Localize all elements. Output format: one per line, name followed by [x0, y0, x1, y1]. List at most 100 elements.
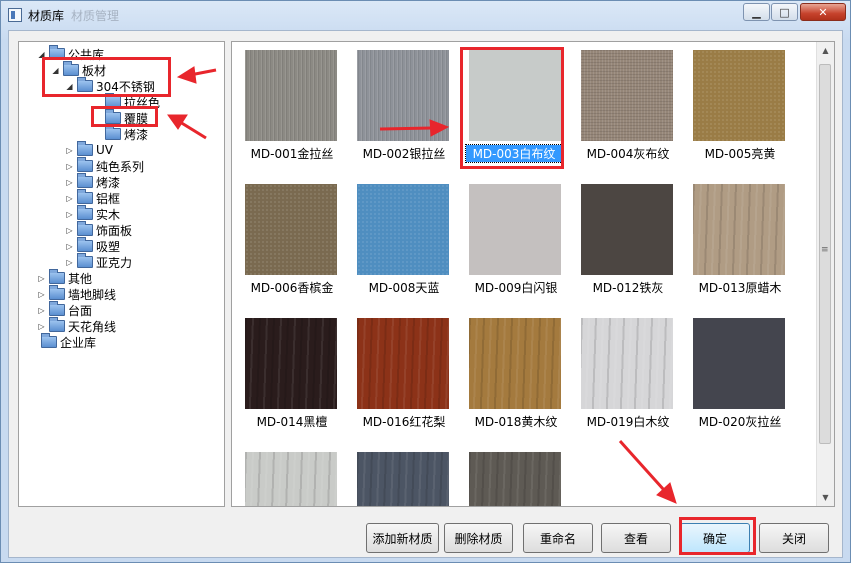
material-gallery[interactable]: ▲ ≡ ▼ MD-001金拉丝 MD-002银拉丝 MD-003白布纹 MD-004灰…	[231, 41, 835, 507]
gallery-scrollbar[interactable]: ▲ ≡ ▼	[816, 42, 834, 506]
tree-node[interactable]: ▷ 烤漆	[65, 173, 120, 190]
tree-node[interactable]: 烤漆	[93, 125, 149, 142]
tree-node-label: UV	[96, 143, 113, 157]
tree-node-label: 实木	[96, 207, 121, 222]
scroll-up-icon[interactable]: ▲	[817, 42, 834, 59]
material-label: MD-016红花梨	[362, 415, 446, 429]
material-swatch[interactable]	[469, 184, 561, 275]
collapsed-arrow-icon[interactable]: ▷	[37, 290, 46, 299]
material-swatch[interactable]	[581, 318, 673, 409]
tree-node-label: 烤漆	[124, 127, 149, 142]
material-library-window: 材质库 材质管理 ▁ □ ✕ ◢ 公共库 ◢ 板材 ◢ 304不锈钢 拉丝色 覆膜 烤漆 ▷ UV ▷…	[0, 0, 851, 563]
scroll-thumb[interactable]: ≡	[819, 64, 831, 444]
tree-node[interactable]: ▷ 纯色系列	[65, 157, 145, 174]
tree-node[interactable]: ▷ 饰面板	[65, 221, 133, 238]
tree-node-label: 墙地脚线	[68, 287, 117, 302]
maximize-button[interactable]: □	[771, 3, 798, 21]
folder-icon	[41, 333, 57, 348]
tree-node[interactable]: ◢ 304不锈钢	[65, 77, 155, 94]
collapsed-arrow-icon[interactable]: ▷	[65, 194, 74, 203]
material-label: MD-008天蓝	[368, 281, 440, 295]
material-swatch[interactable]	[581, 184, 673, 275]
tree-node[interactable]: ▷ 吸塑	[65, 237, 120, 254]
material-swatch[interactable]	[469, 50, 561, 141]
scroll-down-icon[interactable]: ▼	[817, 489, 834, 506]
minimize-icon: ▁	[752, 5, 761, 19]
folder-icon	[77, 77, 93, 92]
collapsed-arrow-icon[interactable]: ▷	[37, 322, 46, 331]
collapsed-arrow-icon[interactable]: ▷	[37, 274, 46, 283]
collapsed-arrow-icon[interactable]: ▷	[65, 162, 74, 171]
collapsed-arrow-icon[interactable]: ▷	[65, 210, 74, 219]
tree-node[interactable]: ▷ 其他	[37, 269, 92, 286]
category-tree[interactable]: ◢ 公共库 ◢ 板材 ◢ 304不锈钢 拉丝色 覆膜 烤漆 ▷ UV ▷ 纯色系列 ▷ 烤漆 ▷ 铝框 ▷ 实木 ▷ 饰…	[18, 41, 225, 507]
collapsed-arrow-icon[interactable]: ▷	[65, 242, 74, 251]
collapsed-arrow-icon[interactable]: ▷	[65, 226, 74, 235]
material-swatch[interactable]	[581, 50, 673, 141]
tree-node[interactable]: ▷ 铝框	[65, 189, 120, 206]
tree-node-label: 公共库	[68, 47, 105, 62]
material-label: MD-006香槟金	[250, 281, 334, 295]
material-swatch[interactable]	[469, 452, 561, 506]
material-swatch[interactable]	[357, 318, 449, 409]
collapsed-arrow-icon[interactable]: ▷	[65, 146, 74, 155]
folder-icon	[77, 157, 93, 172]
scroll-grip-icon: ≡	[821, 245, 829, 255]
material-swatch[interactable]	[245, 318, 337, 409]
ok-button[interactable]: 确定	[680, 523, 750, 553]
material-swatch[interactable]	[693, 318, 785, 409]
tree-node[interactable]: ◢ 板材	[51, 61, 106, 78]
tree-node-label: 饰面板	[96, 223, 133, 238]
folder-icon	[77, 221, 93, 236]
collapsed-arrow-icon[interactable]: ▷	[37, 306, 46, 315]
material-label: MD-014黑檀	[256, 415, 328, 429]
material-label: MD-001金拉丝	[250, 147, 334, 161]
material-swatch[interactable]	[245, 50, 337, 141]
material-label: MD-003白布纹	[465, 144, 563, 163]
close-button[interactable]: 关闭	[759, 523, 829, 553]
tree-node[interactable]: ▷ 实木	[65, 205, 121, 222]
tree-node[interactable]: ▷ UV	[65, 141, 113, 158]
material-label: MD-012铁灰	[592, 281, 664, 295]
rename-button[interactable]: 重命名	[523, 523, 593, 553]
material-swatch[interactable]	[245, 184, 337, 275]
expanded-arrow-icon[interactable]: ◢	[37, 50, 46, 59]
material-label: MD-002银拉丝	[362, 147, 446, 161]
tree-node[interactable]: ▷ 墙地脚线	[37, 285, 117, 302]
add-material-button[interactable]: 添加新材质	[366, 523, 439, 553]
minimize-button[interactable]: ▁	[743, 3, 770, 21]
tree-node[interactable]: 企业库	[29, 333, 96, 350]
folder-icon	[105, 109, 121, 124]
material-swatch[interactable]	[693, 184, 785, 275]
tree-node[interactable]: ▷ 天花角线	[37, 317, 116, 334]
view-button[interactable]: 查看	[601, 523, 671, 553]
material-swatch[interactable]	[357, 184, 449, 275]
material-swatch[interactable]	[469, 318, 561, 409]
folder-icon	[105, 125, 121, 140]
collapsed-arrow-icon[interactable]: ▷	[65, 258, 74, 267]
material-swatch[interactable]	[693, 50, 785, 141]
material-label: MD-005亮黄	[704, 147, 776, 161]
window-title: 材质库	[28, 9, 65, 23]
close-window-button[interactable]: ✕	[800, 3, 846, 21]
material-label: MD-009白闪银	[474, 281, 558, 295]
folder-icon	[77, 253, 93, 268]
expanded-arrow-icon[interactable]: ◢	[51, 66, 60, 75]
tree-node[interactable]: ▷ 台面	[37, 301, 92, 318]
delete-material-button[interactable]: 删除材质	[444, 523, 513, 553]
client-area: ◢ 公共库 ◢ 板材 ◢ 304不锈钢 拉丝色 覆膜 烤漆 ▷ UV ▷ 纯色系列 ▷ 烤漆 ▷ 铝框 ▷ 实木 ▷ 饰…	[8, 30, 843, 558]
tree-node[interactable]: 覆膜	[93, 109, 148, 126]
material-swatch[interactable]	[357, 452, 449, 506]
tree-node[interactable]: ◢ 公共库	[37, 45, 105, 62]
title-bar[interactable]: 材质库 材质管理 ▁ □ ✕	[1, 1, 850, 29]
collapsed-arrow-icon[interactable]: ▷	[65, 178, 74, 187]
material-swatch[interactable]	[245, 452, 337, 506]
tree-node[interactable]: 拉丝色	[93, 93, 160, 110]
material-swatch[interactable]	[357, 50, 449, 141]
folder-icon	[105, 93, 121, 108]
tree-node[interactable]: ▷ 亚克力	[65, 253, 132, 270]
expanded-arrow-icon[interactable]: ◢	[65, 82, 74, 91]
tree-node-label: 纯色系列	[96, 159, 145, 174]
